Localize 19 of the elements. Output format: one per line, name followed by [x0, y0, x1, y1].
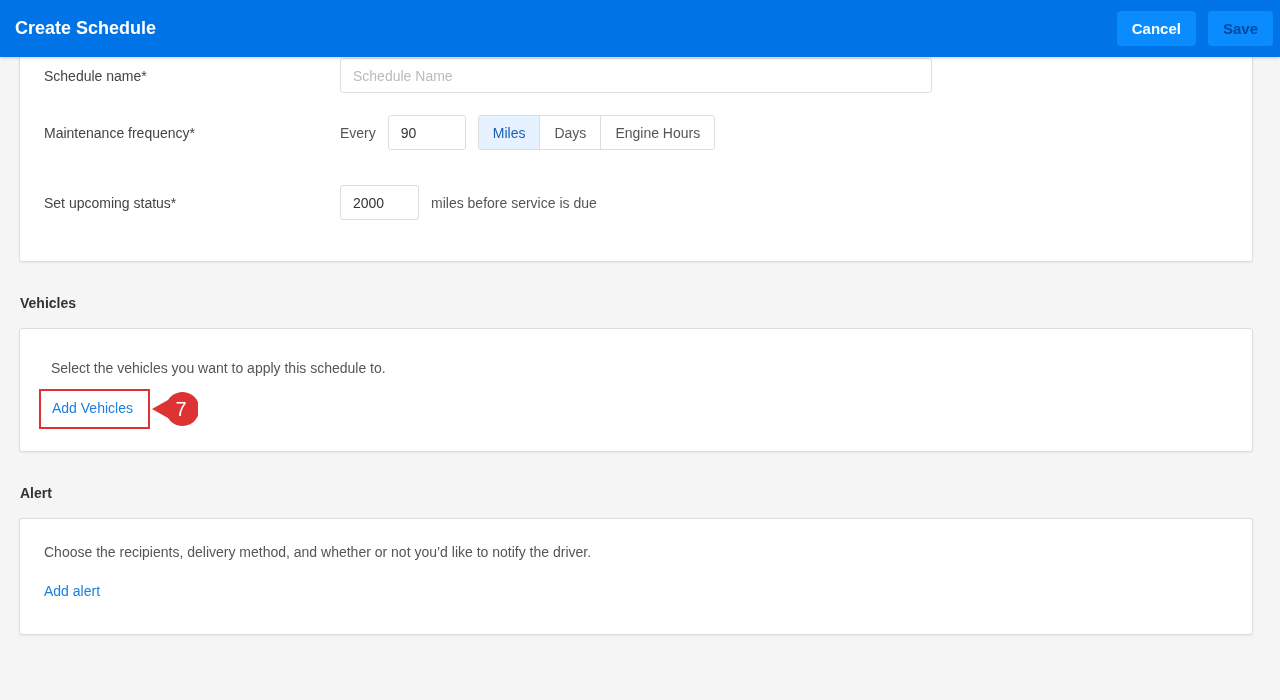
description-text: Select the vehicles you want to apply this schedule to.	[51, 360, 387, 376]
every-label: Every	[340, 124, 376, 141]
section-heading: Alert	[19, 484, 53, 503]
field-label: Maintenance frequency*	[44, 124, 196, 141]
field-label: Set upcoming status*	[44, 194, 178, 211]
schedule-name-field[interactable]: Schedule Name	[340, 58, 932, 93]
suffix-text: miles before service is due	[431, 194, 597, 211]
page-title: Create Schedule	[15, 18, 157, 39]
unit-option[interactable]: Miles	[478, 116, 540, 149]
field-label: Schedule name*	[44, 67, 148, 84]
frequency-field[interactable]: 90	[387, 115, 466, 150]
upcoming-field[interactable]: 2000	[340, 185, 419, 220]
step-callout: 7	[151, 392, 198, 426]
add-vehicles-link[interactable]: Add Vehicles	[39, 389, 150, 429]
cancel-button[interactable]: Cancel	[1116, 11, 1196, 46]
add-alert-link[interactable]: Add alert	[44, 583, 101, 599]
section-heading: Vehicles	[19, 294, 78, 313]
unit-option[interactable]: Engine Hours	[600, 116, 715, 149]
description-text: Choose the recipients, delivery method, and whether or not you’d like to notify the driver.	[44, 544, 593, 560]
